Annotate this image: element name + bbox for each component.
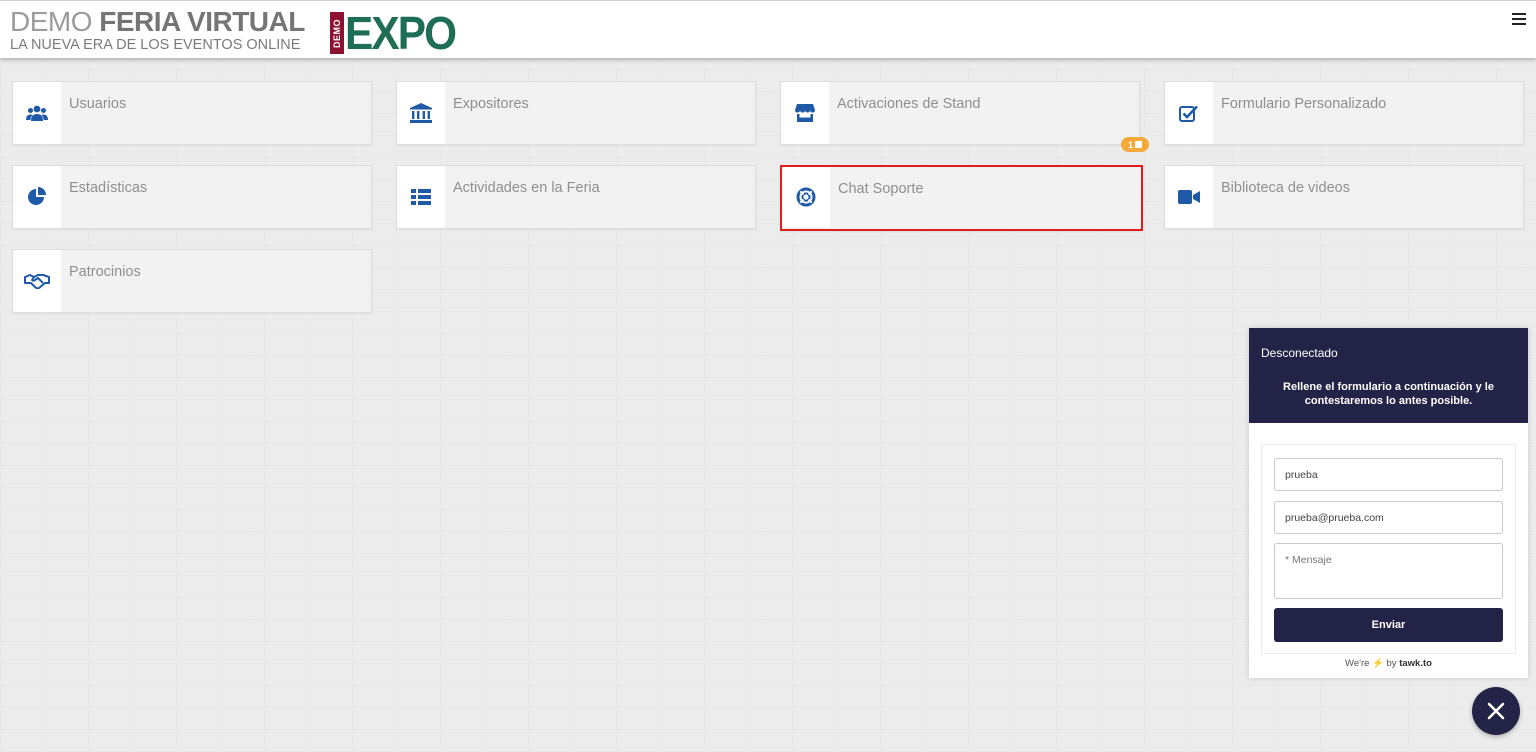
card-label: Formulario Personalizado <box>1221 96 1387 112</box>
pie-chart-icon <box>13 166 61 228</box>
card-activaciones-stand[interactable]: Activaciones de Stand <box>780 81 1140 145</box>
message-field[interactable] <box>1274 543 1503 599</box>
card-label: Patrocinios <box>69 264 141 280</box>
users-icon <box>13 82 61 144</box>
card-label: Usuarios <box>69 96 127 112</box>
card-label: Expositores <box>453 96 529 112</box>
checkbox-icon <box>1165 82 1213 144</box>
card-label: Activaciones de Stand <box>837 96 981 112</box>
video-camera-icon <box>1165 166 1213 228</box>
tawkto-brand: tawk.to <box>1399 658 1432 669</box>
card-label: Estadísticas <box>69 180 148 196</box>
card-formulario-personalizado[interactable]: Formulario Personalizado <box>1164 81 1524 145</box>
expo-logo: DEMO EXPO <box>330 7 465 59</box>
card-actividades-feria[interactable]: Actividades en la Feria <box>396 165 756 229</box>
brand-tagline: LA NUEVA ERA DE LOS EVENTOS ONLINE <box>10 37 301 53</box>
hamburger-menu-icon[interactable] <box>1512 13 1526 25</box>
brand-title: DEMO FERIA VIRTUAL LA NUEVA ERA DE LOS E… <box>10 6 305 54</box>
brand-thin-text: DEMO <box>10 6 93 37</box>
chat-status: Desconectado <box>1261 346 1338 360</box>
card-label: Chat Soporte <box>838 181 924 197</box>
notification-badge: 1 <box>1121 137 1149 152</box>
calendar-mini-icon <box>1135 141 1142 148</box>
logo-demo-text: DEMO <box>332 18 342 48</box>
bank-icon <box>397 82 445 144</box>
lightning-icon: ⚡ <box>1372 658 1384 669</box>
card-usuarios[interactable]: Usuarios <box>12 81 372 145</box>
close-icon <box>1487 702 1505 720</box>
card-chat-soporte[interactable]: Chat Soporte <box>780 165 1143 231</box>
life-ring-icon <box>782 167 830 227</box>
store-icon <box>781 82 829 144</box>
card-estadisticas[interactable]: Estadísticas <box>12 165 372 229</box>
chat-header: Desconectado Rellene el formulario a con… <box>1249 328 1528 423</box>
email-field[interactable] <box>1274 501 1503 534</box>
handshake-icon <box>13 250 61 312</box>
send-button[interactable]: Enviar <box>1274 608 1503 642</box>
card-label: Actividades en la Feria <box>453 180 600 196</box>
chat-widget: Desconectado Rellene el formulario a con… <box>1249 328 1528 678</box>
chat-form: Enviar <box>1261 444 1516 654</box>
powered-by[interactable]: We're ⚡ by tawk.to <box>1249 658 1528 669</box>
brand-bold-text: FERIA VIRTUAL <box>99 6 305 37</box>
card-patrocinios[interactable]: Patrocinios <box>12 249 372 313</box>
card-biblioteca-videos[interactable]: Biblioteca de videos <box>1164 165 1524 229</box>
chat-close-button[interactable] <box>1472 687 1520 735</box>
card-expositores[interactable]: Expositores <box>396 81 756 145</box>
logo-expo-text: EXPO <box>345 7 457 59</box>
list-icon <box>397 166 445 228</box>
card-label: Biblioteca de videos <box>1221 180 1350 196</box>
top-header: DEMO FERIA VIRTUAL LA NUEVA ERA DE LOS E… <box>0 0 1536 58</box>
name-field[interactable] <box>1274 458 1503 491</box>
badge-count: 1 <box>1127 139 1133 150</box>
chat-description: Rellene el formulario a continuación y l… <box>1283 381 1494 407</box>
